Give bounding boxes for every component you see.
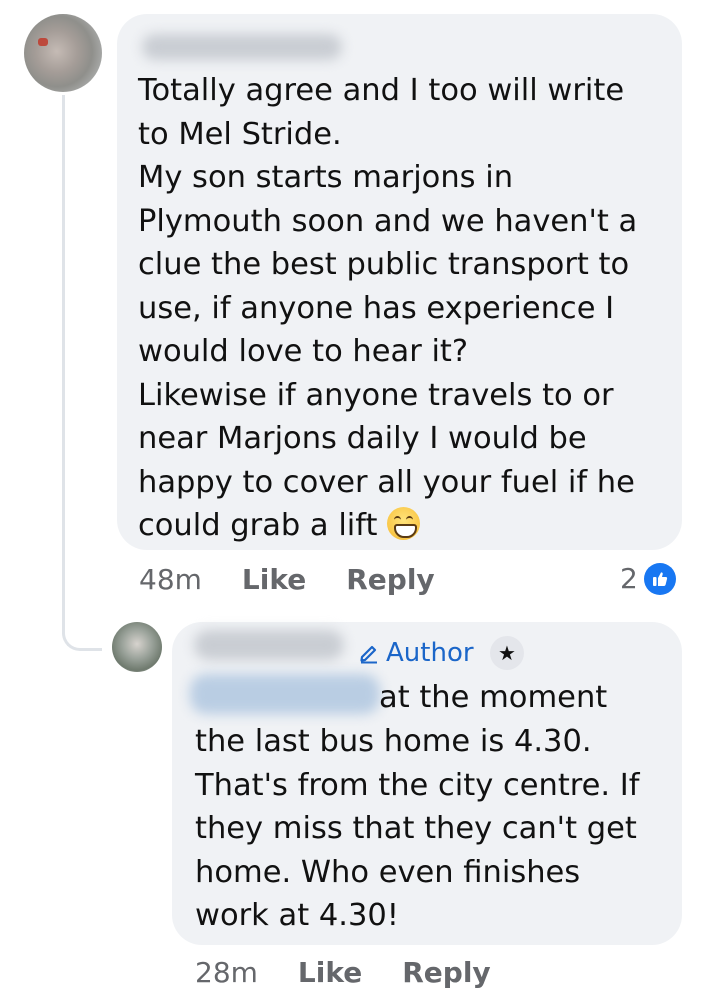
- comment-timestamp[interactable]: 48m: [139, 563, 202, 596]
- reply-like-button[interactable]: Like: [298, 956, 362, 989]
- mention-tag-redacted[interactable]: [190, 674, 380, 714]
- comment-line: near Marjons daily I would be: [138, 421, 587, 456]
- reply-text: the last bus home is 4.30. That's from th…: [195, 720, 640, 938]
- comment-text: Totally agree and I too will write to Mel…: [138, 69, 637, 548]
- comment-bubble: Totally agree and I too will write to Mel…: [117, 14, 682, 550]
- comment-line: Likewise if anyone travels to or: [138, 377, 614, 413]
- reply-line: That's from the city centre. If: [195, 767, 640, 803]
- reply-timestamp[interactable]: 28m: [195, 956, 258, 989]
- reply-line: work at 4.30!: [195, 898, 399, 933]
- author-badge: Author: [358, 638, 474, 668]
- comment-line: My son starts marjons in: [138, 160, 514, 195]
- reaction-count: 2: [620, 562, 638, 595]
- comment-line: would love to hear it?: [138, 334, 469, 369]
- comment-line: use, if anyone has experience I: [138, 290, 615, 326]
- beaming-face-emoji: [387, 507, 421, 540]
- comment-actions: 48m Like Reply: [139, 563, 475, 596]
- reply-actions: 28m Like Reply: [195, 956, 531, 989]
- reply-button[interactable]: Reply: [346, 563, 434, 596]
- star-icon[interactable]: ★: [490, 636, 524, 670]
- reply-bubble: Author ★ at the moment the last bus home…: [172, 622, 682, 945]
- pencil-icon: [360, 645, 377, 664]
- commenter-name-redacted[interactable]: [142, 34, 342, 60]
- comment-line: to Mel Stride.: [138, 116, 342, 152]
- comment-line: happy to cover all your fuel if he: [138, 464, 635, 500]
- reply-line: home. Who even finishes: [195, 854, 581, 890]
- comment-line: Plymouth soon and we haven't a: [138, 203, 638, 239]
- author-badge-label: Author: [386, 638, 474, 668]
- comment-line-text: could grab a lift: [138, 508, 378, 543]
- reply-reply-button[interactable]: Reply: [402, 956, 490, 989]
- reaction-summary[interactable]: 2: [620, 562, 676, 595]
- comment-line: Totally agree and I too will write: [138, 73, 625, 108]
- thread-connector-line: [62, 95, 102, 651]
- reply-author-name-redacted[interactable]: [194, 630, 344, 660]
- commenter-avatar[interactable]: [24, 14, 102, 92]
- comment-line: clue the best public transport to: [138, 247, 630, 282]
- comment-line: could grab a lift: [138, 504, 637, 548]
- like-button[interactable]: Like: [242, 563, 306, 596]
- reply-line: the last bus home is 4.30.: [195, 724, 592, 759]
- reply-line: they miss that they can't get: [195, 811, 637, 846]
- thumbs-up-icon: [643, 562, 676, 595]
- reply-first-line: at the moment: [379, 680, 608, 715]
- reply-author-avatar[interactable]: [112, 622, 162, 672]
